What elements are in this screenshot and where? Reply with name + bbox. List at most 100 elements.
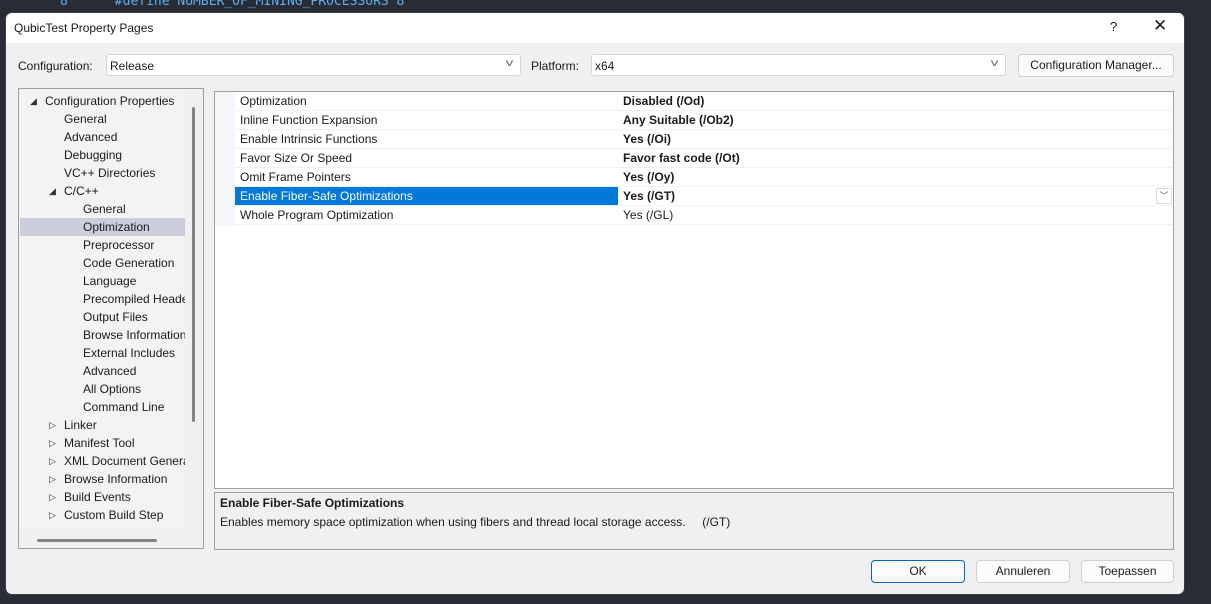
platform-dropdown[interactable]: x64 v <box>591 54 1006 76</box>
property-value[interactable]: Yes (/GL) <box>618 206 1173 224</box>
collapsed-arrow-icon[interactable]: ▷ <box>49 488 56 506</box>
tree-item-label: Configuration Properties <box>45 94 175 108</box>
chevron-down-icon: v <box>505 58 514 69</box>
tree-item[interactable]: ▷ XML Document Generator <box>20 452 185 470</box>
property-row[interactable]: Inline Function Expansion Any Suitable (/… <box>235 111 1173 130</box>
tree-item-label: General <box>64 112 107 126</box>
chevron-down-icon: v <box>990 58 999 69</box>
apply-button[interactable]: Toepassen <box>1081 560 1174 583</box>
tree-item-label: Manifest Tool <box>64 436 135 450</box>
expanded-arrow-icon[interactable]: ◢ <box>30 92 37 110</box>
collapsed-arrow-icon[interactable]: ▷ <box>49 434 56 452</box>
tree-item-label: XML Document Generator <box>64 454 185 468</box>
tree-item[interactable]: ▷ Browse Information <box>20 470 185 488</box>
description-text: Enables memory space optimization when u… <box>220 515 731 529</box>
property-value[interactable]: Any Suitable (/Ob2) <box>618 111 1173 129</box>
value-dropdown-button[interactable]: ﹀ <box>1156 188 1172 204</box>
tree-item[interactable]: General <box>20 200 185 218</box>
tree-item[interactable]: External Includes <box>20 344 185 362</box>
property-row[interactable]: Omit Frame Pointers Yes (/Oy) <box>235 168 1173 187</box>
configuration-value: Release <box>110 59 155 73</box>
tree-horizontal-scrollbar[interactable] <box>37 539 157 542</box>
property-name: Inline Function Expansion <box>240 113 378 127</box>
tree-item-label: Language <box>83 274 137 288</box>
tree-item[interactable]: ◢ C/C++ <box>20 182 185 200</box>
tree-item[interactable]: Advanced <box>20 362 185 380</box>
tree-item[interactable]: Preprocessor <box>20 236 185 254</box>
tree-item-label: External Includes <box>83 346 176 360</box>
collapsed-arrow-icon[interactable]: ▷ <box>49 452 56 470</box>
tree-item-label: Preprocessor <box>83 238 155 252</box>
property-value[interactable]: Yes (/GT) <box>618 187 1173 205</box>
tree-item-label: Browse Information <box>83 328 185 342</box>
tree-item[interactable]: VC++ Directories <box>20 164 185 182</box>
tree-item[interactable]: Output Files <box>20 308 185 326</box>
collapsed-arrow-icon[interactable]: ▷ <box>49 416 56 434</box>
platform-value: x64 <box>595 59 615 73</box>
tree-item-label: Browse Information <box>64 472 168 486</box>
tree-item[interactable]: General <box>20 110 185 128</box>
tree-item[interactable]: All Options <box>20 380 185 398</box>
property-row[interactable]: Enable Intrinsic Functions Yes (/Oi) <box>235 130 1173 149</box>
collapsed-arrow-icon[interactable]: ▷ <box>49 524 56 528</box>
tree-item[interactable]: ▷ Build Events <box>20 488 185 506</box>
property-name: Enable Intrinsic Functions <box>240 132 378 146</box>
tree-item-label: Build Events <box>64 490 131 504</box>
editor-code-line: 8 #define NUMBER_OF_MINING_PROCESSORS 8 <box>60 0 405 9</box>
cancel-button[interactable]: Annuleren <box>976 560 1070 583</box>
property-value[interactable]: Favor fast code (/Ot) <box>618 149 1173 167</box>
grid-gutter <box>215 92 235 226</box>
tree-item-label: Linker <box>64 418 97 432</box>
property-value[interactable]: Disabled (/Od) <box>618 92 1173 110</box>
ok-button[interactable]: OK <box>871 560 965 583</box>
property-row[interactable]: Whole Program Optimization Yes (/GL) <box>235 206 1173 225</box>
property-value[interactable]: Yes (/Oi) <box>618 130 1173 148</box>
property-pages-dialog: QubicTest Property Pages ? ✕ Configurati… <box>5 12 1185 595</box>
tree-item-label: Advanced <box>64 130 118 144</box>
tree-item[interactable]: ▷ Code Analysis <box>20 524 185 528</box>
tree-item[interactable]: Browse Information <box>20 326 185 344</box>
help-button[interactable]: ? <box>1110 19 1117 34</box>
tree-item[interactable]: Advanced <box>20 128 185 146</box>
tree-item[interactable]: ◢ Configuration Properties <box>20 92 185 110</box>
tree-items: ◢ Configuration Properties General Advanced… <box>20 90 185 528</box>
tree-item[interactable]: ▷ Custom Build Step <box>20 506 185 524</box>
tree-item-label: Debugging <box>64 148 123 162</box>
collapsed-arrow-icon[interactable]: ▷ <box>49 470 56 488</box>
tree-item-label: Code Generation <box>83 256 175 270</box>
expanded-arrow-icon[interactable]: ◢ <box>49 182 56 200</box>
tree-vertical-scrollbar[interactable] <box>192 107 195 422</box>
property-tree: ◢ Configuration Properties General Advanced… <box>18 88 204 549</box>
property-name: Whole Program Optimization <box>240 208 394 222</box>
tree-item-label: Command Line <box>83 400 165 414</box>
tree-item[interactable]: Debugging <box>20 146 185 164</box>
collapsed-arrow-icon[interactable]: ▷ <box>49 506 56 524</box>
tree-item-label: Output Files <box>83 310 148 324</box>
tree-item-label: Optimization <box>83 220 150 234</box>
tree-item-label: Precompiled Headers <box>83 292 185 306</box>
tree-item-label: General <box>83 202 126 216</box>
property-row[interactable]: Favor Size Or Speed Favor fast code (/Ot) <box>235 149 1173 168</box>
tree-item[interactable]: ▷ Linker <box>20 416 185 434</box>
tree-item[interactable]: ▷ Manifest Tool <box>20 434 185 452</box>
tree-item[interactable]: Precompiled Headers <box>20 290 185 308</box>
property-name: Favor Size Or Speed <box>240 151 353 165</box>
property-grid: Optimization Disabled (/Od) Inline Functio… <box>214 91 1174 489</box>
tree-item[interactable]: Optimization <box>20 218 185 236</box>
tree-item[interactable]: Language <box>20 272 185 290</box>
tree-item-label: C/C++ <box>64 184 99 198</box>
platform-label: Platform: <box>531 59 580 73</box>
configuration-manager-button[interactable]: Configuration Manager... <box>1018 54 1174 77</box>
configuration-dropdown[interactable]: Release v <box>106 54 521 76</box>
tree-item[interactable]: Code Generation <box>20 254 185 272</box>
tree-item-label: Advanced <box>83 364 137 378</box>
property-name: Enable Fiber-Safe Optimizations <box>235 187 618 205</box>
property-value[interactable]: Yes (/Oy) <box>618 168 1173 186</box>
description-panel: Enable Fiber-Safe Optimizations Enables … <box>214 492 1174 550</box>
title-bar: QubicTest Property Pages ? ✕ <box>6 13 1184 43</box>
description-title: Enable Fiber-Safe Optimizations <box>220 496 405 510</box>
close-icon[interactable]: ✕ <box>1153 16 1167 36</box>
tree-item[interactable]: Command Line <box>20 398 185 416</box>
property-row[interactable]: Optimization Disabled (/Od) <box>235 92 1173 111</box>
property-row[interactable]: Enable Fiber-Safe Optimizations Yes (/GT)… <box>235 187 1173 206</box>
